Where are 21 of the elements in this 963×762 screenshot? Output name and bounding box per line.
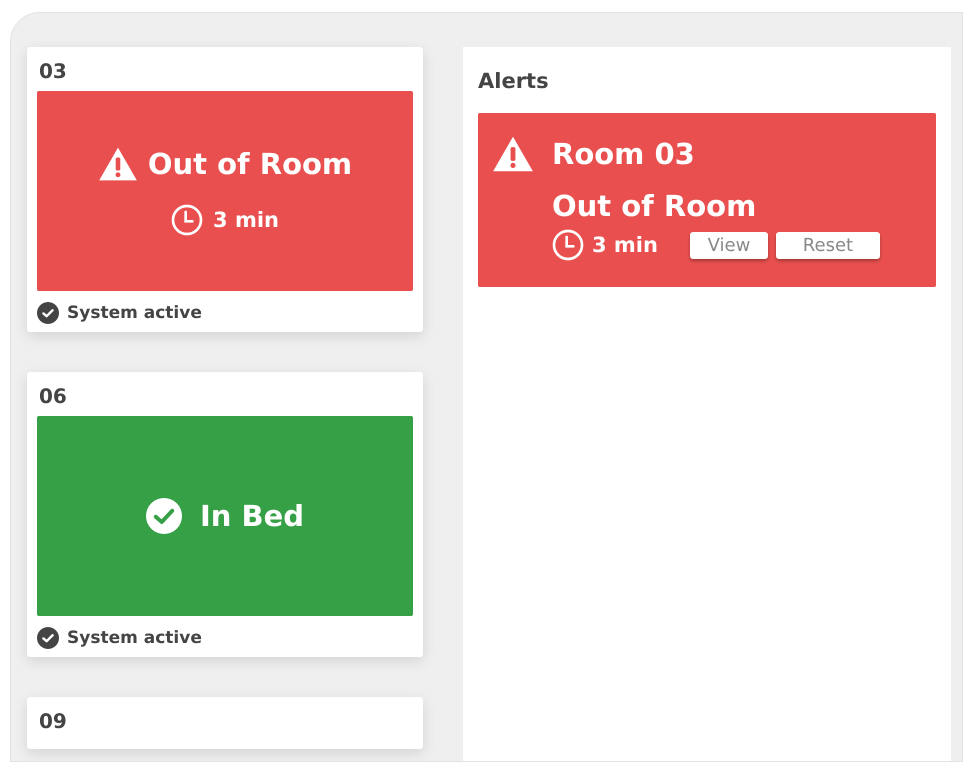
check-circle-icon (37, 302, 59, 324)
clock-icon (171, 204, 204, 236)
system-status-text: System active (67, 303, 202, 323)
warning-icon (98, 146, 138, 182)
alert-label: Out of Room (552, 189, 758, 223)
status-label: Out of Room (148, 147, 352, 181)
room-number: 03 (39, 59, 68, 83)
duration-text: 3 min (213, 208, 279, 232)
status-label: In Bed (200, 499, 304, 533)
room-number: 09 (39, 709, 68, 733)
duration-text: 3 min (592, 233, 658, 257)
alert-button[interactable]: Reset (776, 232, 880, 258)
room-number: 06 (39, 384, 68, 408)
clock-icon (552, 229, 584, 261)
system-status-text: System active (67, 628, 202, 648)
panel-title: Alerts (478, 69, 550, 93)
alert-button[interactable]: View (690, 232, 768, 258)
check-circle-icon (37, 627, 59, 649)
warning-icon (492, 135, 534, 173)
alert-room: Room 03 (552, 137, 695, 171)
check-circle-icon (146, 498, 182, 534)
